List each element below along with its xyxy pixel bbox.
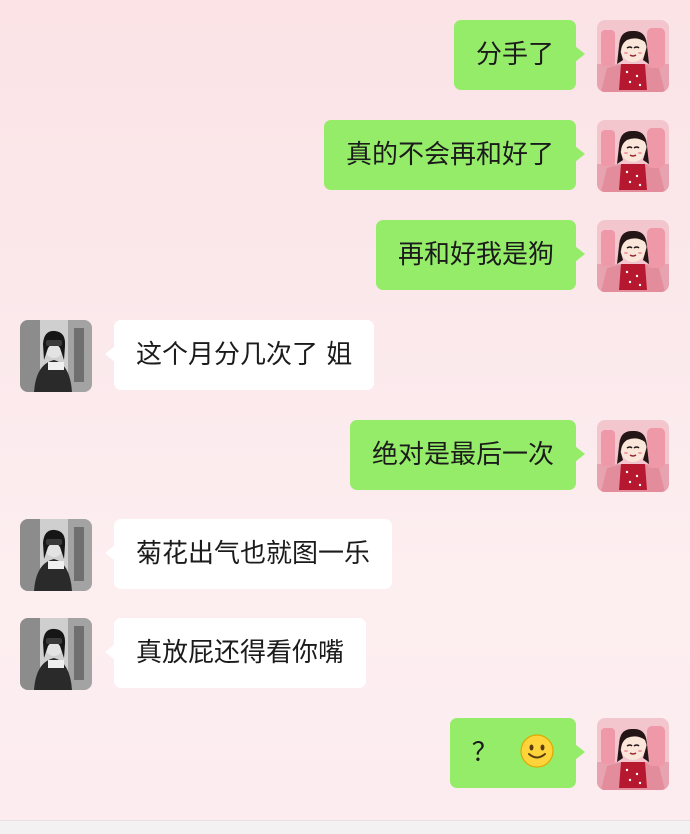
bubble-tail	[575, 46, 585, 62]
message-text: 再和好我是狗	[397, 240, 554, 270]
message-bubble-incoming[interactable]: 菊花出气也就图一乐	[105, 519, 393, 589]
message-row-outgoing: 真的不会再和好了	[0, 120, 690, 192]
bubble-tail	[105, 644, 115, 660]
message-text: 这个月分几次了 姐	[136, 340, 353, 370]
message-row-incoming: 这个月分几次了 姐	[0, 320, 690, 392]
message-bubble-incoming[interactable]: 真放屁还得看你嘴	[105, 618, 367, 688]
message-bubble-outgoing[interactable]: ？	[449, 718, 585, 788]
bubble-tail	[105, 346, 115, 362]
message-text: 分手了	[475, 40, 554, 70]
message-bubble-outgoing[interactable]: 再和好我是狗	[375, 220, 585, 290]
cartoon-girl-avatar-icon	[597, 120, 669, 192]
contact-avatar[interactable]	[20, 519, 92, 591]
bw-photo-avatar-icon	[20, 618, 92, 690]
message-text: ？	[471, 738, 498, 768]
input-bar-edge	[0, 820, 690, 834]
message-text: 菊花出气也就图一乐	[136, 539, 371, 569]
message-bubble-outgoing[interactable]: 绝对是最后一次	[349, 420, 585, 490]
bw-photo-avatar-icon	[20, 519, 92, 591]
bubble-tail	[575, 744, 585, 760]
message-row-incoming: 真放屁还得看你嘴	[0, 618, 690, 690]
bubble-tail	[105, 545, 115, 561]
self-avatar[interactable]	[597, 420, 669, 492]
cartoon-girl-avatar-icon	[597, 220, 669, 292]
self-avatar[interactable]	[597, 718, 669, 790]
bubble-tail	[575, 146, 585, 162]
self-avatar[interactable]	[597, 20, 669, 92]
message-bubble-outgoing[interactable]: 分手了	[453, 20, 585, 90]
message-row-outgoing: ？	[0, 718, 690, 790]
cartoon-girl-avatar-icon	[597, 420, 669, 492]
message-bubble-incoming[interactable]: 这个月分几次了 姐	[105, 320, 375, 390]
message-row-outgoing: 分手了	[0, 20, 690, 92]
self-avatar[interactable]	[597, 120, 669, 192]
contact-avatar[interactable]	[20, 320, 92, 392]
bw-photo-avatar-icon	[20, 320, 92, 392]
cartoon-girl-avatar-icon	[597, 20, 669, 92]
message-text: 真放屁还得看你嘴	[136, 638, 345, 668]
message-text: 真的不会再和好了	[345, 140, 554, 170]
bubble-tail	[575, 246, 585, 262]
cartoon-girl-avatar-icon	[597, 718, 669, 790]
smile-emoji-icon	[520, 734, 554, 768]
message-text: 绝对是最后一次	[371, 440, 554, 470]
message-bubble-outgoing[interactable]: 真的不会再和好了	[323, 120, 585, 190]
contact-avatar[interactable]	[20, 618, 92, 690]
chat-message-list[interactable]: 分手了 真的不会再和好了 再和好我是狗 这个月分几次了 姐 绝对是最后一次 菊花…	[0, 0, 690, 820]
bubble-tail	[575, 446, 585, 462]
self-avatar[interactable]	[597, 220, 669, 292]
message-row-incoming: 菊花出气也就图一乐	[0, 519, 690, 591]
message-row-outgoing: 再和好我是狗	[0, 220, 690, 292]
message-row-outgoing: 绝对是最后一次	[0, 420, 690, 492]
